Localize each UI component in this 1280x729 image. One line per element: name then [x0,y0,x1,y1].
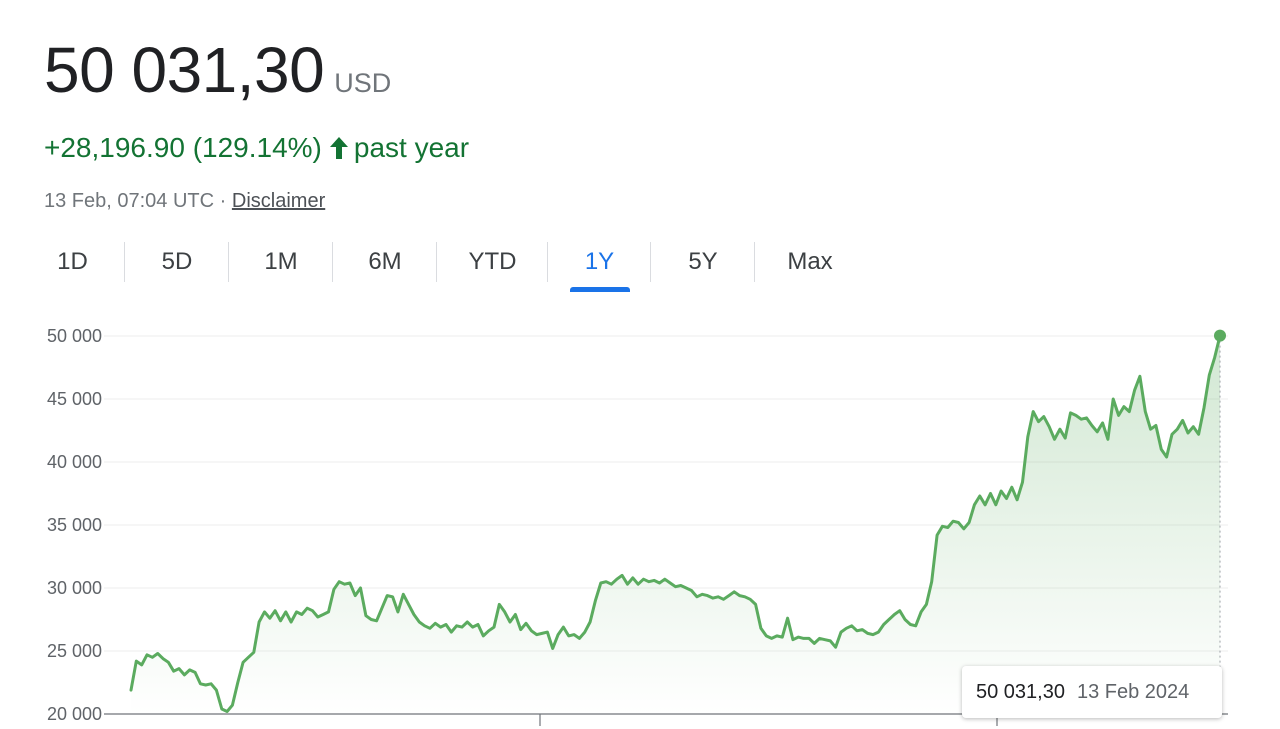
tab-1m[interactable]: 1M [229,236,333,288]
current-point-marker [1214,329,1226,342]
change-value: +28,196.90 (129.14%) [44,132,322,163]
tab-1d[interactable]: 1D [20,236,125,288]
y-tick-label: 30 000 [47,578,102,598]
y-tick-label: 20 000 [47,704,102,724]
tooltip-date: 13 Feb 2024 [1076,680,1190,703]
currency-label: USD [334,68,392,98]
arrow-up-icon [329,137,348,159]
tab-ytd[interactable]: YTD [437,236,548,288]
price-header: 50 031,30 USD [44,38,391,102]
y-tick-label: 25 000 [47,641,102,661]
price-chart[interactable]: 20 000 25 000 30 000 35 000 40 000 45 000 50 0… [0,300,1280,729]
quote-timestamp: 13 Feb, 07:04 UTC [44,190,215,212]
tab-max[interactable]: Max [755,236,865,288]
tooltip-value: 50 031,30 [976,680,1065,703]
quote-meta: 13 Feb, 07:04 UTC · Disclaimer [44,190,325,213]
disclaimer-link[interactable]: Disclaimer [232,190,325,212]
y-tick-label: 45 000 [47,389,102,409]
tab-5d[interactable]: 5D [125,236,229,288]
meta-separator: · [219,190,227,212]
y-tick-label: 50 000 [47,326,102,346]
tab-6m[interactable]: 6M [333,236,437,288]
change-period: past year [353,132,470,163]
price-change: +28,196.90 (129.14%) past year [44,132,469,164]
active-tab-indicator [569,287,630,292]
current-price: 50 031,30 [44,34,325,106]
y-tick-label: 35 000 [47,515,102,535]
tab-5y[interactable]: 5Y [651,236,755,288]
tab-1y[interactable]: 1Y [548,236,651,292]
chart-tooltip: 50 031,30 13 Feb 2024 [962,666,1222,718]
y-tick-label: 40 000 [47,452,102,472]
range-tabs: 1D 5D 1M 6M YTD 1Y 5Y Max [20,236,865,292]
